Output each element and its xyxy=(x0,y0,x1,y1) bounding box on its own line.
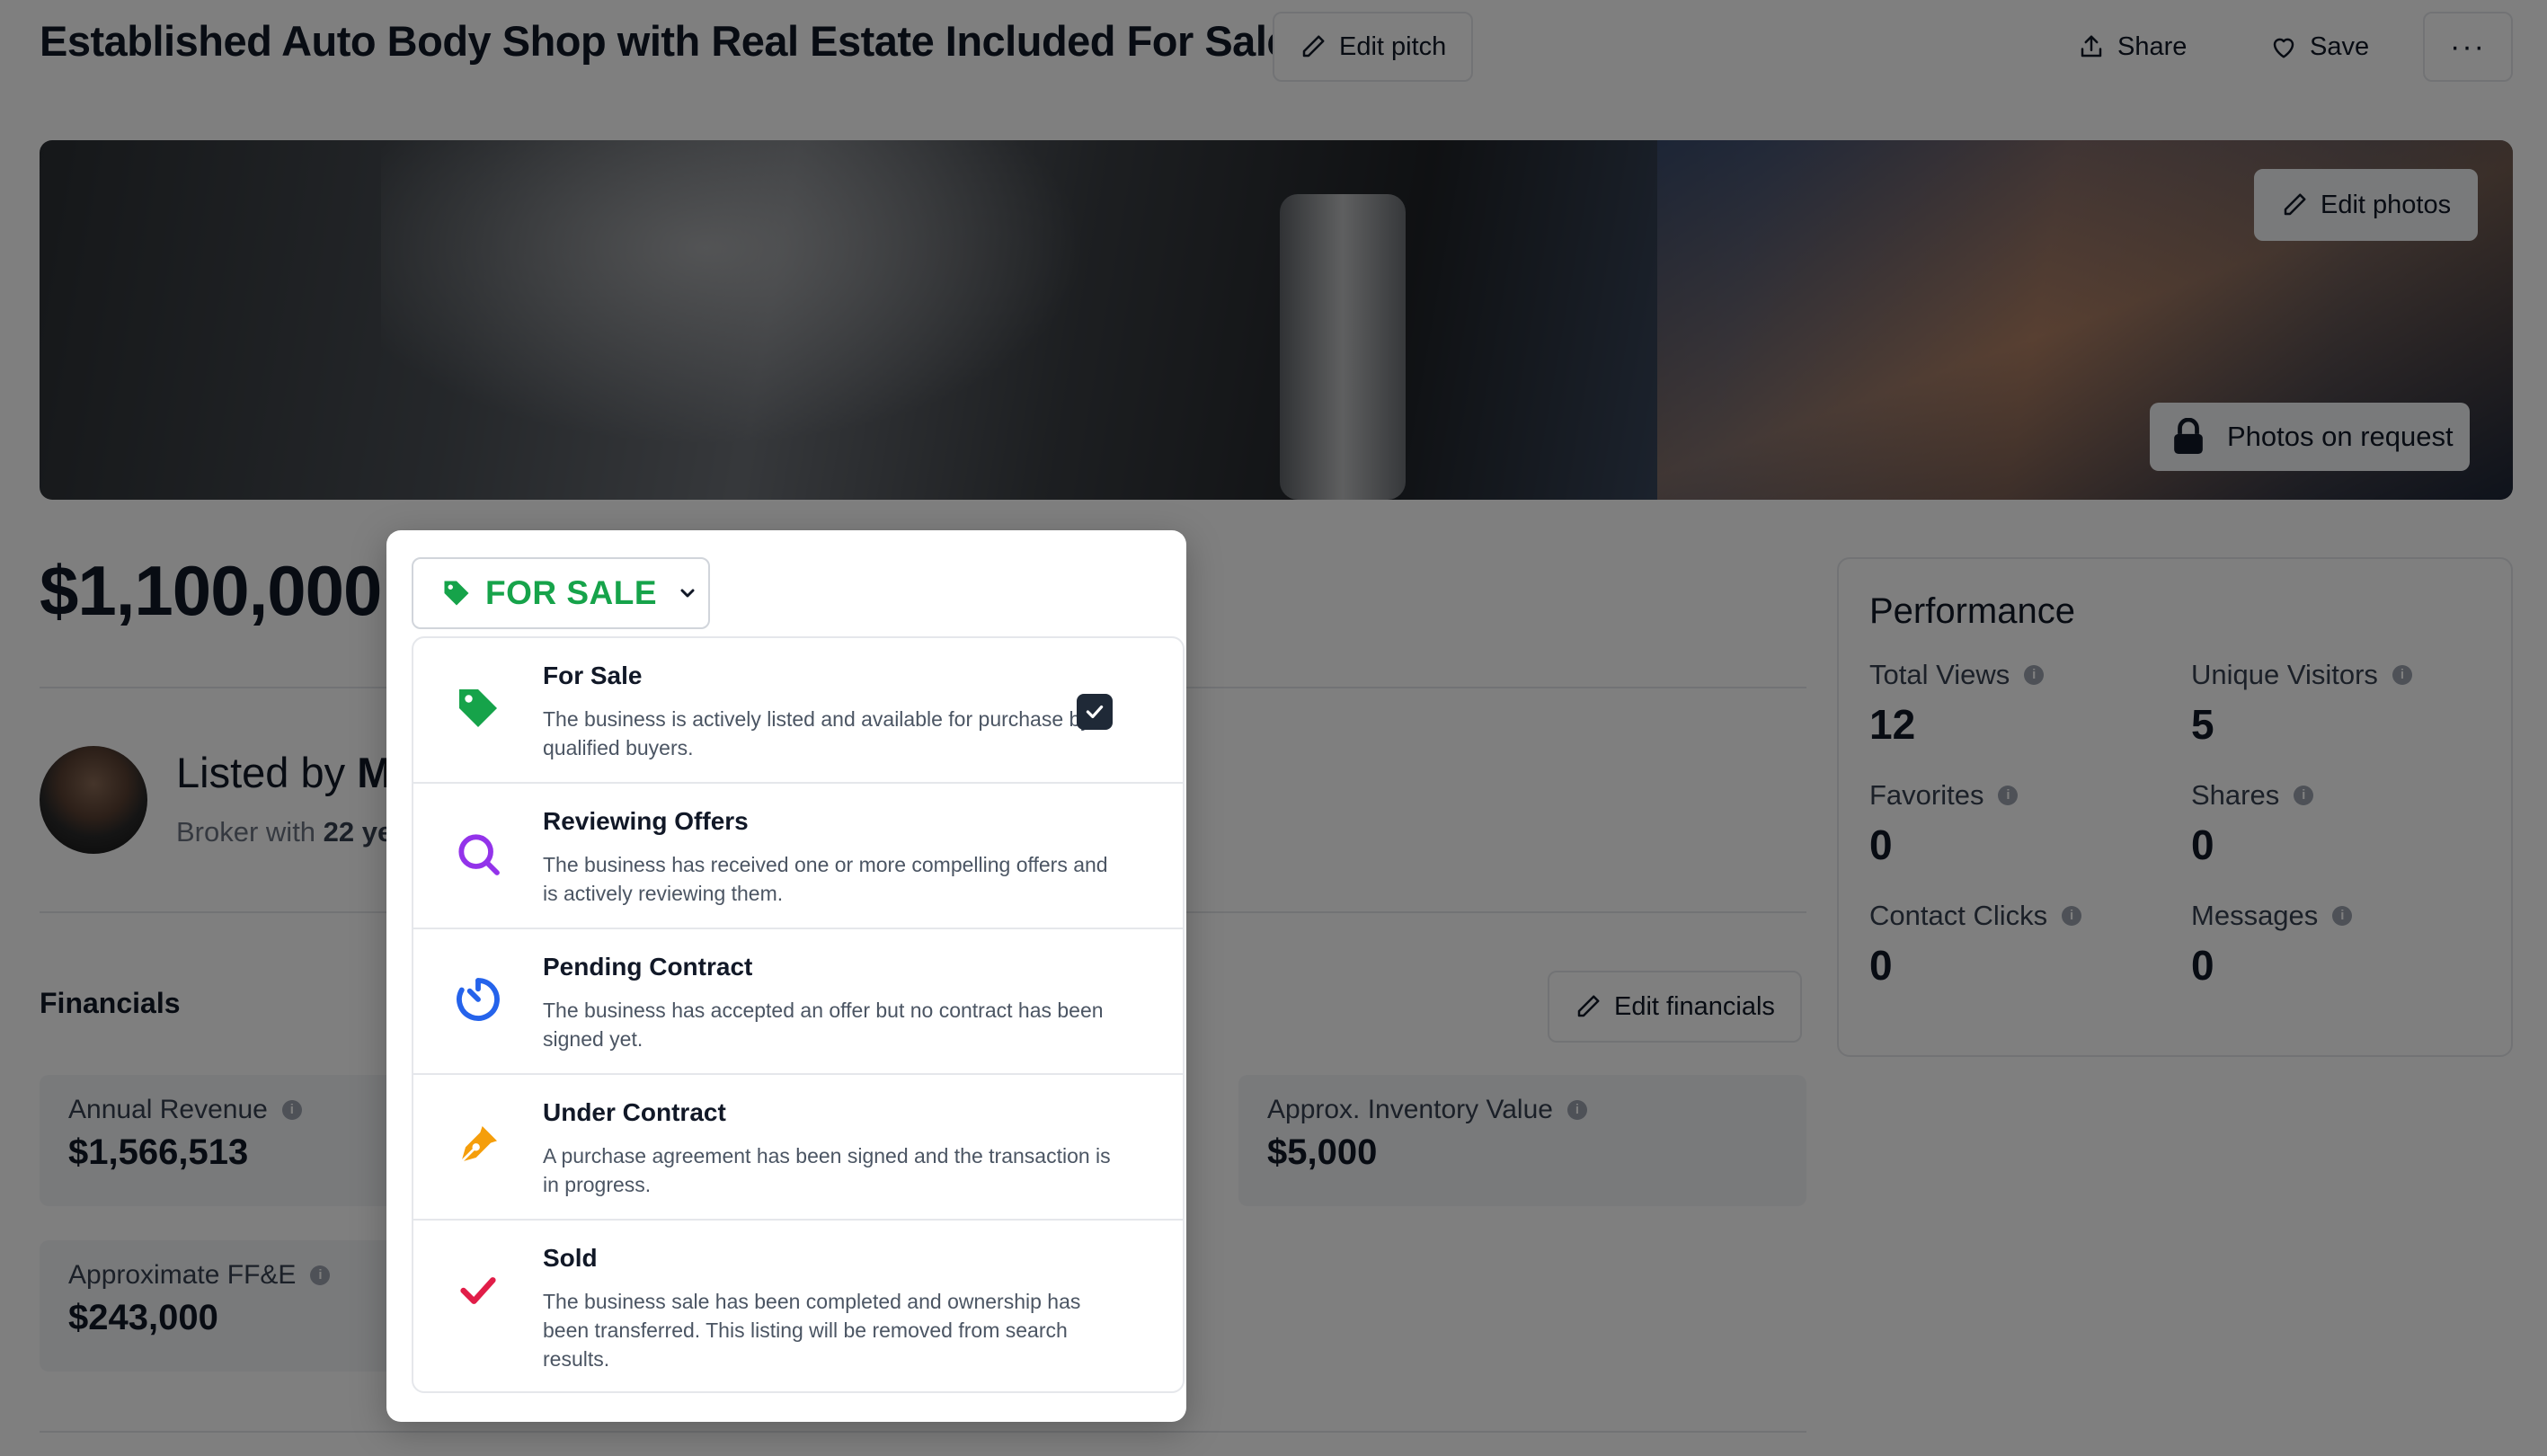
status-option-under-contract[interactable]: Under Contract A purchase agreement has … xyxy=(413,1075,1183,1221)
chevron-down-icon xyxy=(680,589,695,598)
status-current-label: FOR SALE xyxy=(485,574,658,611)
status-option-for-sale[interactable]: For Sale The business is actively listed… xyxy=(413,638,1183,784)
status-option-desc: The business sale has been completed and… xyxy=(543,1290,1081,1371)
status-menu: For Sale The business is actively listed… xyxy=(412,636,1185,1393)
search-icon xyxy=(458,834,500,875)
listing-page: Established Auto Body Shop with Real Est… xyxy=(0,0,2547,1456)
status-option-pending-contract[interactable]: Pending Contract The business has accept… xyxy=(413,929,1183,1075)
status-option-title: Under Contract xyxy=(543,1098,726,1126)
status-option-desc: The business has accepted an offer but n… xyxy=(543,999,1104,1051)
modal-backdrop[interactable] xyxy=(0,0,2547,1456)
status-option-title: Pending Contract xyxy=(543,953,753,981)
tag-icon xyxy=(444,581,469,606)
timer-icon xyxy=(457,978,500,1021)
checkmark-icon xyxy=(460,1277,496,1304)
status-option-desc: The business is actively listed and avai… xyxy=(543,707,1091,759)
status-option-sold[interactable]: Sold The business sale has been complete… xyxy=(413,1221,1183,1391)
selected-checkbox[interactable] xyxy=(1077,694,1113,730)
status-option-title: Reviewing Offers xyxy=(543,807,749,835)
status-option-title: For Sale xyxy=(543,661,643,689)
pen-nib-icon xyxy=(460,1126,497,1163)
tag-icon xyxy=(459,689,497,727)
status-popover: FOR SALE For Sale The business is active… xyxy=(386,530,1186,1422)
status-option-reviewing-offers[interactable]: Reviewing Offers The business has receiv… xyxy=(413,784,1183,929)
status-option-title: Sold xyxy=(543,1244,598,1272)
checkmark-icon xyxy=(1086,705,1104,719)
status-option-desc: The business has received one or more co… xyxy=(543,853,1108,905)
status-dropdown-button[interactable]: FOR SALE xyxy=(412,557,710,629)
status-option-desc: A purchase agreement has been signed and… xyxy=(543,1144,1111,1196)
